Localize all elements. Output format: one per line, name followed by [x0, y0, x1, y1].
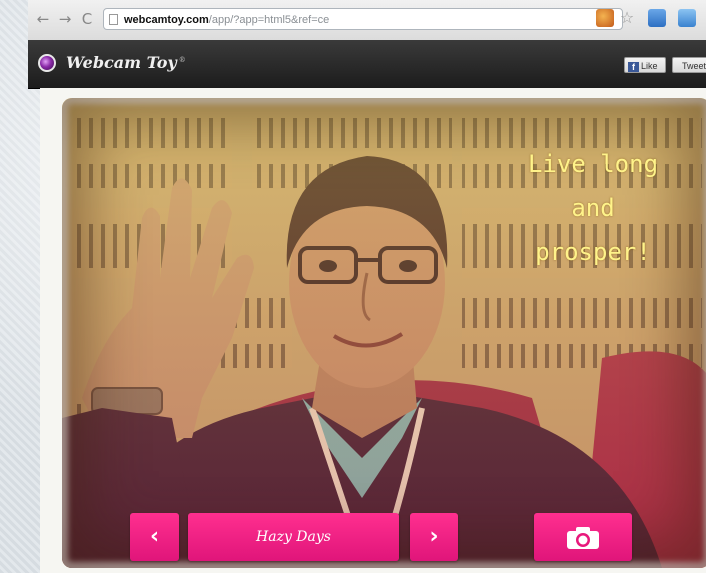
chevron-left-icon: ‹ — [149, 524, 160, 549]
camera-icon — [567, 527, 599, 549]
url-host: webcamtoy.com — [124, 14, 209, 26]
facebook-icon: f — [628, 62, 639, 72]
reload-icon[interactable]: C — [78, 10, 96, 28]
caption-line-2: and — [571, 194, 615, 222]
tweet-label: Tweet — [682, 61, 706, 71]
tweet-button[interactable]: Tweet — [672, 57, 706, 73]
like-label: Like — [641, 61, 658, 71]
previous-effect-button[interactable]: ‹ — [130, 513, 179, 561]
toolbar-save-icon[interactable] — [678, 9, 696, 27]
trademark-mark: ® — [178, 55, 186, 64]
app-logo-icon — [38, 54, 56, 72]
extension-icon[interactable] — [596, 9, 614, 27]
app-title: Webcam Toy ® — [66, 53, 186, 72]
forward-arrow-icon[interactable]: → — [56, 10, 74, 28]
app-header: Webcam Toy ® f Like Tweet — [28, 40, 706, 89]
app-title-text: Webcam Toy — [66, 53, 177, 72]
next-effect-button[interactable]: › — [410, 513, 458, 561]
photo-caption: Live long and prosper! — [518, 142, 668, 274]
webcam-photo: Live long and prosper! — [62, 98, 706, 568]
page-icon — [109, 14, 118, 25]
effect-name-button[interactable]: Hazy Days — [188, 513, 399, 561]
back-arrow-icon[interactable]: ← — [34, 10, 52, 28]
bookmark-star-icon[interactable]: ☆ — [618, 9, 636, 27]
address-bar[interactable]: webcamtoy.com/app/?app=html5&ref=ce — [103, 8, 623, 30]
effect-name-label: Hazy Days — [256, 529, 331, 545]
caption-line-3: prosper! — [535, 238, 651, 266]
webcam-stage: Live long and prosper! — [40, 88, 706, 573]
url-path: /app/?app=html5&ref=ce — [208, 14, 330, 26]
browser-toolbar: ← → C webcamtoy.com/app/?app=html5&ref=c… — [28, 0, 706, 41]
facebook-like-button[interactable]: f Like — [624, 57, 666, 73]
chevron-right-icon: › — [429, 524, 439, 549]
caption-line-1: Live long — [527, 150, 659, 178]
toolbar-app-icon[interactable] — [648, 9, 666, 27]
capture-photo-button[interactable] — [534, 513, 632, 561]
